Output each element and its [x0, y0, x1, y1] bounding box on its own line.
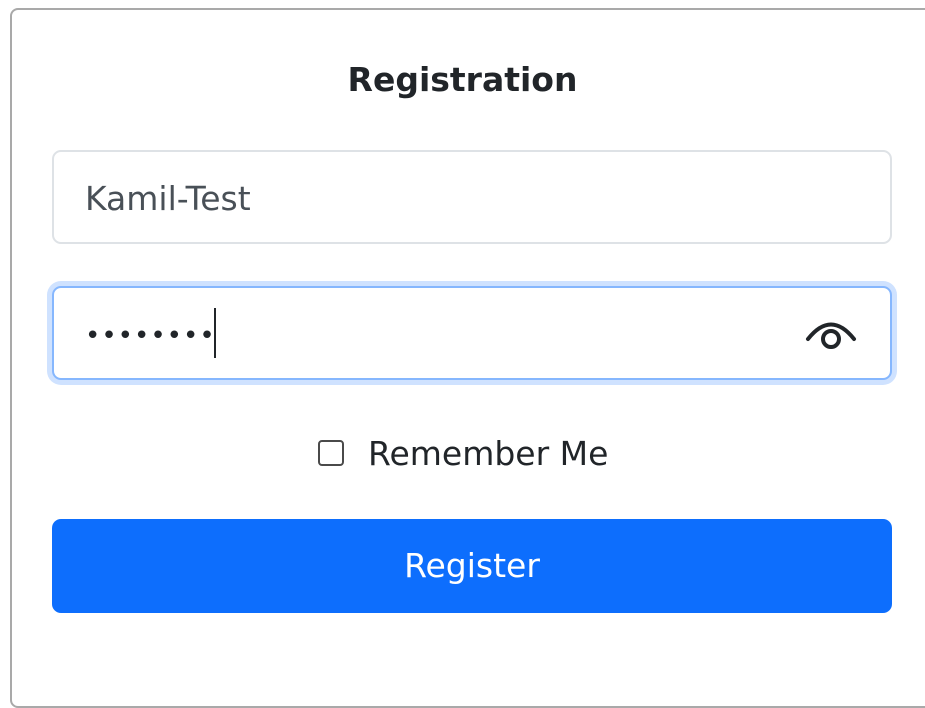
text-cursor — [214, 308, 216, 358]
remember-me-checkbox[interactable] — [318, 440, 344, 466]
remember-me-label[interactable]: Remember Me — [368, 434, 608, 473]
toggle-password-visibility-button[interactable] — [802, 312, 860, 356]
username-value: Kamil-Test — [85, 179, 251, 218]
register-button[interactable]: Register — [52, 519, 892, 613]
password-masked-value: •••••••• — [85, 321, 216, 351]
form-title: Registration — [347, 60, 578, 99]
eye-icon — [806, 322, 856, 349]
password-input[interactable]: •••••••• — [52, 286, 892, 380]
remember-me-row: Remember Me — [318, 430, 608, 476]
username-input[interactable]: Kamil-Test — [52, 150, 892, 244]
